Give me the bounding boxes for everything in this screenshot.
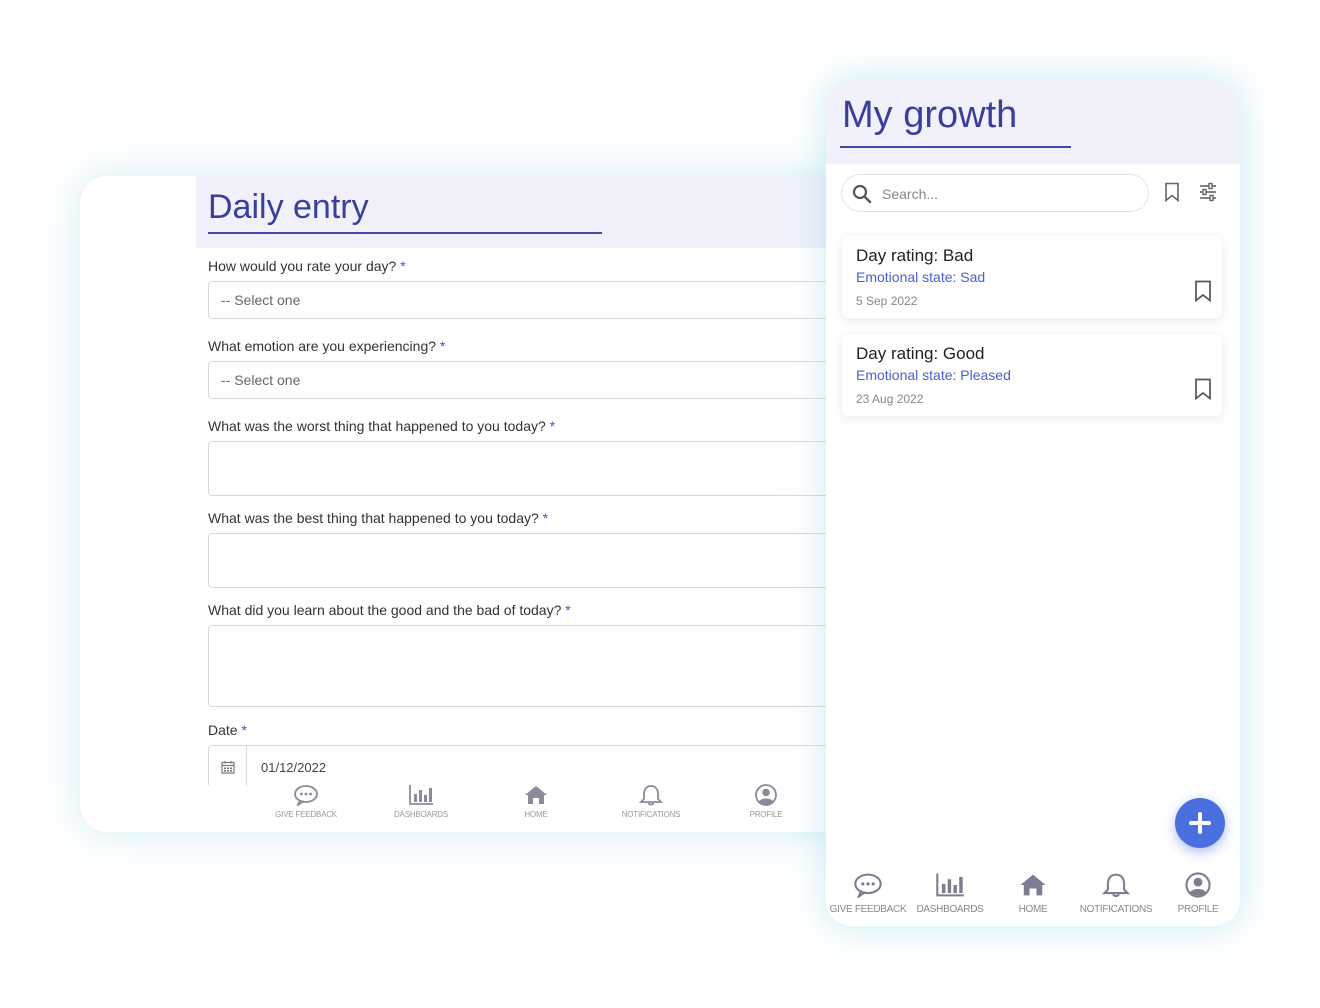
emotion-select[interactable]: -- Select one (208, 361, 900, 399)
rate-day-label: How would you rate your day? * (208, 258, 406, 274)
search-bar[interactable] (841, 174, 1149, 212)
page-title: Daily entry (208, 188, 369, 226)
bookmark-icon[interactable] (1194, 378, 1212, 400)
chat-bubble-icon (854, 873, 882, 898)
nav-label: HOME (1018, 904, 1048, 915)
search-input[interactable] (880, 183, 1134, 205)
filter-sliders-icon[interactable] (1198, 182, 1218, 202)
entry-emotion: Emotional state: Pleased (856, 367, 1011, 383)
learned-label: What did you learn about the good and th… (208, 602, 571, 618)
nav-label: NOTIFICATIONS (1079, 904, 1153, 915)
rate-day-select-value: -- Select one (221, 292, 301, 308)
nav-label: GIVE FEEDBACK (829, 904, 907, 915)
worst-thing-textarea[interactable] (208, 441, 900, 496)
nav-label: DASHBOARDS (393, 810, 448, 819)
emotion-label: What emotion are you experiencing? * (208, 338, 445, 354)
entry-title: Day rating: Bad (856, 246, 974, 265)
growth-entry-card[interactable]: Day rating: Good Emotional state: Please… (842, 334, 1222, 416)
search-icon (852, 184, 872, 204)
nav-label: PROFILE (749, 810, 783, 819)
nav-label: PROFILE (1177, 904, 1219, 915)
calendar-icon (221, 761, 235, 774)
nav-label: DASHBOARDS (916, 904, 984, 915)
my-growth-panel: My growth Day rating: Bad Emotional stat… (826, 80, 1240, 926)
nav-profile[interactable]: PROFILE (1156, 872, 1240, 915)
chat-bubble-icon (294, 785, 318, 806)
nav-label: GIVE FEEDBACK (275, 810, 337, 819)
entry-emotion: Emotional state: Sad (856, 269, 986, 285)
bookmark-icon[interactable] (1194, 280, 1212, 302)
daily-entry-panel: Daily entry How would you rate your day?… (80, 176, 900, 832)
add-entry-button[interactable] (1175, 798, 1225, 848)
required-marker: * (400, 258, 406, 274)
entry-date: 5 Sep 2022 (856, 294, 918, 308)
nav-dashboards[interactable]: DASHBOARDS (908, 872, 992, 915)
rate-day-label-text: How would you rate your day? (208, 258, 397, 274)
nav-dashboards[interactable]: DASHBOARDS (366, 784, 476, 819)
date-label: Date * (208, 722, 247, 738)
required-marker: * (542, 510, 549, 526)
plus-icon (1189, 812, 1211, 834)
entry-title: Day rating: Good (856, 344, 985, 363)
required-marker: * (241, 722, 247, 738)
growth-entry-card[interactable]: Day rating: Bad Emotional state: Sad 5 S… (842, 236, 1222, 318)
nav-give-feedback[interactable]: GIVE FEEDBACK (251, 784, 361, 819)
date-value: 01/12/2022 (261, 760, 327, 775)
nav-home[interactable]: HOME (481, 784, 591, 819)
best-thing-textarea[interactable] (208, 533, 900, 588)
bar-chart-icon (936, 873, 964, 897)
learned-label-text: What did you learn about the good and th… (208, 602, 562, 618)
nav-notifications[interactable]: NOTIFICATIONS (1074, 872, 1158, 915)
bell-icon (638, 785, 664, 806)
worst-thing-label-text: What was the worst thing that happened t… (208, 418, 546, 434)
bell-icon (1101, 873, 1131, 897)
date-input[interactable]: 01/12/2022 (208, 745, 900, 785)
rate-day-select[interactable]: -- Select one (208, 281, 900, 319)
worst-thing-label: What was the worst thing that happened t… (208, 418, 555, 434)
profile-icon (755, 784, 777, 806)
date-picker-button[interactable] (209, 746, 247, 785)
home-icon (525, 786, 547, 804)
title-underline (840, 146, 1071, 148)
bookmark-filter-icon[interactable] (1164, 182, 1180, 202)
nav-notifications[interactable]: NOTIFICATIONS (596, 784, 706, 819)
date-label-text: Date (208, 722, 238, 738)
entry-date: 23 Aug 2022 (856, 392, 924, 406)
title-underline (208, 232, 602, 234)
best-thing-label-text: What was the best thing that happened to… (208, 510, 539, 526)
page-title: My growth (842, 94, 1018, 136)
learned-textarea[interactable] (208, 625, 900, 707)
daily-entry-header: Daily entry (196, 176, 900, 248)
nav-home[interactable]: HOME (991, 872, 1075, 915)
emotion-select-value: -- Select one (221, 372, 301, 388)
nav-label: HOME (524, 810, 548, 819)
nav-label: NOTIFICATIONS (621, 810, 681, 819)
my-growth-header: My growth (826, 80, 1240, 164)
home-icon (1020, 874, 1046, 896)
emotion-label-text: What emotion are you experiencing? (208, 338, 437, 354)
required-marker: * (439, 338, 446, 354)
required-marker: * (565, 602, 571, 618)
nav-give-feedback[interactable]: GIVE FEEDBACK (826, 872, 910, 915)
profile-icon (1185, 872, 1211, 898)
required-marker: * (549, 418, 556, 434)
bar-chart-icon (409, 785, 433, 805)
best-thing-label: What was the best thing that happened to… (208, 510, 548, 526)
nav-profile[interactable]: PROFILE (711, 784, 821, 819)
